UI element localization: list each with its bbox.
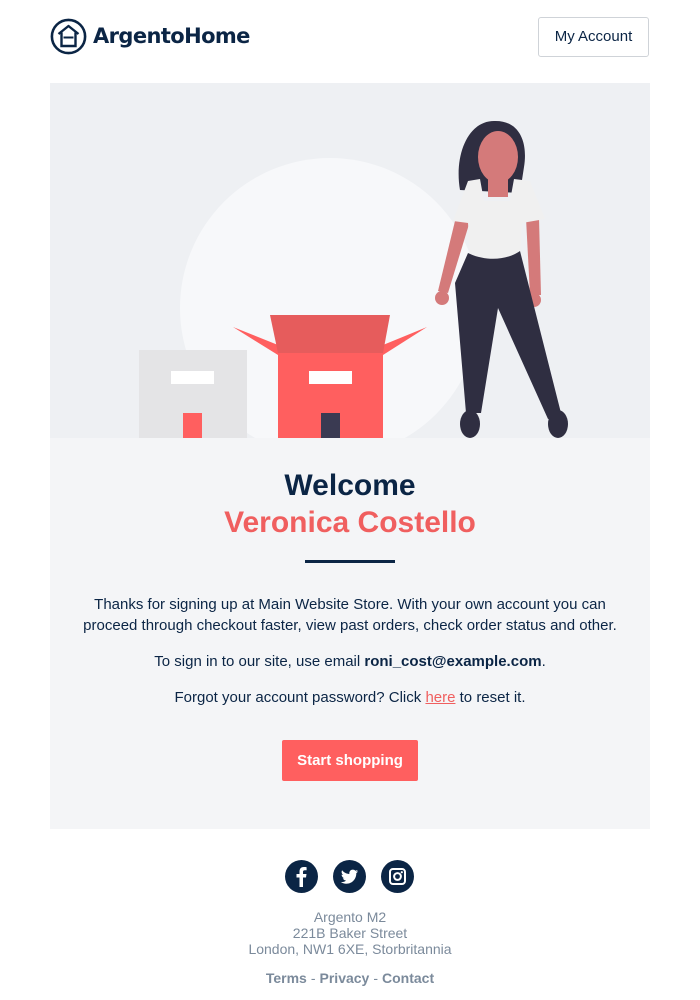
forgot-password-paragraph: Forgot your account password? Click here… xyxy=(70,687,630,708)
reset-password-link[interactable]: here xyxy=(425,689,455,706)
forgot-suffix: to reset it. xyxy=(455,689,526,706)
facebook-icon[interactable] xyxy=(285,860,318,893)
twitter-icon[interactable] xyxy=(333,860,366,893)
logo[interactable]: ArgentoHome xyxy=(50,17,250,55)
forgot-text: Forgot your account password? Click xyxy=(174,689,426,706)
my-account-button[interactable]: My Account xyxy=(538,17,649,57)
terms-link[interactable]: Terms xyxy=(266,970,307,986)
separator: - xyxy=(373,970,379,986)
house-logo-icon xyxy=(50,18,87,54)
instagram-glyph xyxy=(389,868,406,885)
separator: - xyxy=(310,970,316,986)
signin-paragraph: To sign in to our site, use email roni_c… xyxy=(70,651,630,672)
twitter-glyph xyxy=(340,869,358,884)
signin-text: To sign in to our site, use email xyxy=(154,653,365,670)
instagram-icon[interactable] xyxy=(381,860,414,893)
header: ArgentoHome My Account xyxy=(50,17,650,57)
hero-illustration xyxy=(50,83,650,438)
contact-link[interactable]: Contact xyxy=(382,970,434,986)
start-shopping-button[interactable]: Start shopping xyxy=(282,740,418,781)
signin-email: roni_cost@example.com xyxy=(364,653,542,670)
address-line1: Argento M2 xyxy=(313,909,387,925)
woman-with-boxes-illustration xyxy=(139,120,568,438)
address-line2: 221B Baker Street xyxy=(292,925,408,941)
social-links xyxy=(285,860,415,894)
logo-text: ArgentoHome xyxy=(93,24,250,48)
footer-links: Terms - Privacy - Contact xyxy=(0,970,700,986)
signin-suffix: . xyxy=(541,653,546,670)
divider xyxy=(305,560,395,563)
welcome-title: Welcome xyxy=(284,469,416,502)
customer-name: Veronica Costello xyxy=(224,506,476,539)
privacy-link[interactable]: Privacy xyxy=(320,970,370,986)
facebook-glyph xyxy=(296,867,307,887)
intro-paragraph: Thanks for signing up at Main Website St… xyxy=(83,596,617,634)
email-card: Welcome Veronica Costello Thanks for sig… xyxy=(50,83,650,829)
address-line3: London, NW1 6XE, Storbritannia xyxy=(248,941,452,957)
